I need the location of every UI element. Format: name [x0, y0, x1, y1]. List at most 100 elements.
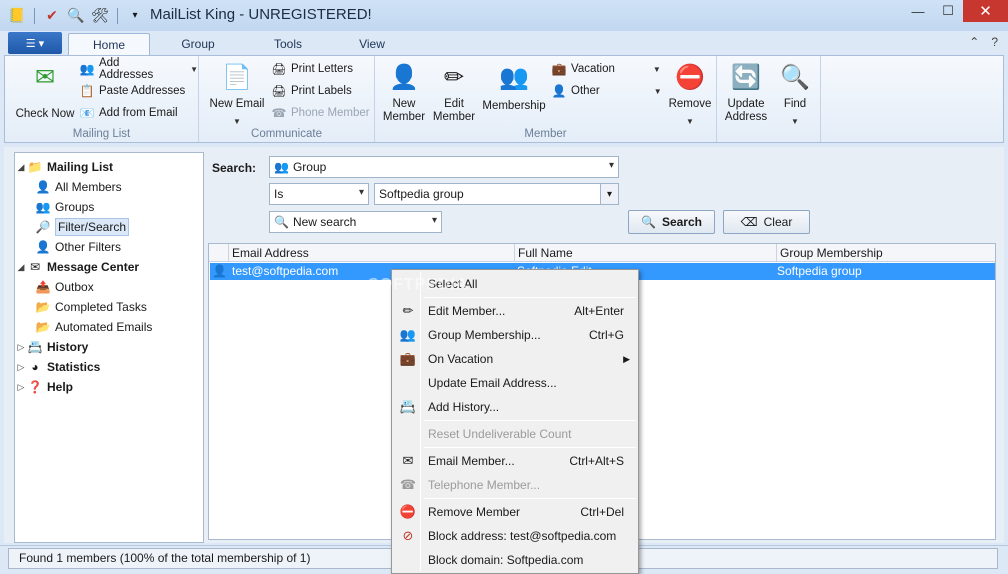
groups-icon: 👥	[35, 200, 51, 214]
menu-item-remove-member[interactable]: ⛔ Remove Member Ctrl+Del	[394, 501, 636, 523]
help-icon[interactable]: ?	[991, 35, 998, 49]
phone-member-button[interactable]: ☎ Phone Member	[271, 104, 370, 122]
edit-member-button[interactable]: ✏ Edit Member	[429, 60, 479, 124]
tree-item-outbox[interactable]: 📤 Outbox	[15, 277, 203, 297]
find-button[interactable]: 🔍 Find ▼	[775, 60, 815, 128]
new-email-button[interactable]: 📄 New Email ▼	[205, 60, 269, 128]
column-group-membership[interactable]: Group Membership	[777, 244, 995, 262]
menu-item-block-domain[interactable]: Block domain: Softpedia.com	[394, 549, 636, 571]
menu-label: Reset Undeliverable Count	[428, 427, 572, 441]
search-field-select[interactable]: 👥 Group ▾	[269, 156, 619, 178]
search-operator-value: Is	[274, 187, 284, 201]
window-title: MailList King - UNREGISTERED!	[150, 6, 372, 23]
tree-item-history[interactable]: ▷ 📇 History	[15, 337, 203, 357]
menu-item-edit-member[interactable]: ✏ Edit Member... Alt+Enter	[394, 300, 636, 322]
group-icon: 👥	[274, 160, 289, 174]
new-member-label-1: New	[392, 98, 416, 110]
menu-label: Block domain: Softpedia.com	[428, 553, 584, 567]
menu-item-group-membership[interactable]: 👥 Group Membership... Ctrl+G	[394, 324, 636, 346]
tree-item-completed-tasks[interactable]: 📂 Completed Tasks	[15, 297, 203, 317]
menu-item-on-vacation[interactable]: 💼 On Vacation ▶	[394, 348, 636, 370]
email-add-icon: 📧	[79, 106, 95, 120]
tree-item-groups[interactable]: 👥 Groups	[15, 197, 203, 217]
menu-item-block-address[interactable]: ⊘ Block address: test@softpedia.com	[394, 525, 636, 547]
all-members-icon: 👤	[35, 180, 51, 194]
menu-item-telephone-member[interactable]: ☎ Telephone Member...	[394, 474, 636, 496]
menu-item-select-all[interactable]: Select All	[394, 273, 636, 295]
menu-separator	[424, 420, 636, 421]
print-letters-button[interactable]: 🖨 Print Letters	[271, 60, 353, 78]
search-operator-select[interactable]: Is ▾	[269, 183, 369, 205]
tree-label: Completed Tasks	[55, 300, 147, 314]
find-label: Find	[783, 98, 807, 110]
menu-label: Edit Member...	[428, 304, 506, 318]
collapse-icon[interactable]: ◢	[15, 262, 27, 273]
menu-item-reset-undeliverable[interactable]: Reset Undeliverable Count	[394, 423, 636, 445]
tree-item-automated-emails[interactable]: 📂 Automated Emails	[15, 317, 203, 337]
tree-item-statistics[interactable]: ▷ ◕ Statistics	[15, 357, 203, 377]
tab-home[interactable]: Home	[68, 33, 150, 55]
paste-addresses-button[interactable]: 📋 Paste Addresses	[79, 82, 186, 100]
update-address-button[interactable]: 🔄 Update Address	[719, 60, 773, 124]
edit-member-label-1: Edit	[444, 98, 464, 110]
column-email-address[interactable]: Email Address	[229, 244, 515, 262]
print-labels-button[interactable]: 🖨 Print Labels	[271, 82, 351, 100]
checkmark-icon[interactable]: ✔	[43, 7, 61, 25]
chevron-down-icon: ▾	[600, 184, 618, 204]
menu-item-email-member[interactable]: ✉ Email Member... Ctrl+Alt+S	[394, 450, 636, 472]
maximize-button[interactable]: ☐	[933, 0, 963, 22]
collapse-icon[interactable]: ◢	[15, 162, 27, 173]
tools-icon[interactable]: 🛠	[91, 7, 109, 25]
chevron-down-icon: ▼	[190, 64, 198, 74]
minimize-button[interactable]: —	[903, 0, 933, 22]
saved-search-select[interactable]: 🔍 New search ▾	[269, 211, 442, 233]
tree-item-filter-search[interactable]: 🔎 Filter/Search	[15, 217, 203, 237]
tree-label: Outbox	[55, 280, 94, 294]
expand-icon[interactable]: ▷	[15, 362, 27, 373]
search-button[interactable]: 🔍 Search	[628, 210, 715, 234]
expand-icon[interactable]: ▷	[15, 382, 27, 393]
message-center-icon: ✉	[29, 260, 41, 274]
vacation-button[interactable]: 💼 Vacation ▼	[551, 60, 661, 78]
submenu-arrow-icon: ▶	[623, 353, 630, 364]
tab-tools[interactable]: Tools	[260, 33, 316, 55]
update-address-icon: 🔄	[731, 63, 761, 91]
file-menu-button[interactable]: ☰ ▾	[8, 32, 62, 54]
remove-label: Remove	[668, 98, 712, 110]
expand-icon[interactable]: ▷	[15, 342, 27, 353]
check-now-button[interactable]: ✉ Check Now	[13, 60, 77, 121]
column-full-name[interactable]: Full Name	[515, 244, 777, 262]
membership-icon: 👥	[399, 327, 417, 342]
tree-item-mailing-list[interactable]: ◢ 📁 Mailing List	[15, 157, 203, 177]
add-addresses-button[interactable]: 👥 Add Addresses ▼	[79, 57, 199, 81]
close-button[interactable]: ✕	[963, 0, 1008, 22]
tree-label: Groups	[55, 200, 95, 214]
tree-item-all-members[interactable]: 👤 All Members	[15, 177, 203, 197]
search-icon: 🔍	[641, 215, 656, 229]
menu-item-add-history[interactable]: 📇 Add History...	[394, 396, 636, 418]
tab-view[interactable]: View	[344, 33, 400, 55]
collapse-ribbon-icon[interactable]: ⌃	[969, 35, 979, 49]
tree-item-other-filters[interactable]: 👤 Other Filters	[15, 237, 203, 257]
find-icon[interactable]: 🔍	[67, 7, 85, 25]
tab-group[interactable]: Group	[170, 33, 226, 55]
app-icon[interactable]: 📒	[8, 7, 26, 25]
cell-group: Softpedia group	[777, 264, 862, 278]
clear-button[interactable]: ⌫ Clear	[723, 210, 810, 234]
block-icon: ⊘	[402, 528, 414, 543]
remove-button[interactable]: ⛔ Remove ▼	[665, 60, 715, 128]
tree-label: Message Center	[47, 260, 140, 274]
add-from-email-button[interactable]: 📧 Add from Email	[79, 104, 178, 122]
other-button[interactable]: 👤 Other ▼	[551, 82, 662, 100]
menu-item-update-email[interactable]: Update Email Address...	[394, 372, 636, 394]
membership-button[interactable]: 👥 Membership	[481, 60, 547, 113]
tree-item-message-center[interactable]: ◢ ✉ Message Center	[15, 257, 203, 277]
tree-item-help[interactable]: ▷ ❓ Help	[15, 377, 203, 397]
menu-separator	[424, 297, 636, 298]
search-value-select[interactable]: Softpedia group ▾	[374, 183, 619, 205]
statistics-icon: ◕	[31, 360, 39, 374]
new-member-button[interactable]: 👤 New Member	[379, 60, 429, 124]
customize-qat-icon[interactable]: ▾	[126, 7, 144, 25]
printer-icon: 🖨	[271, 62, 287, 76]
chevron-down-icon: ▼	[233, 117, 241, 126]
